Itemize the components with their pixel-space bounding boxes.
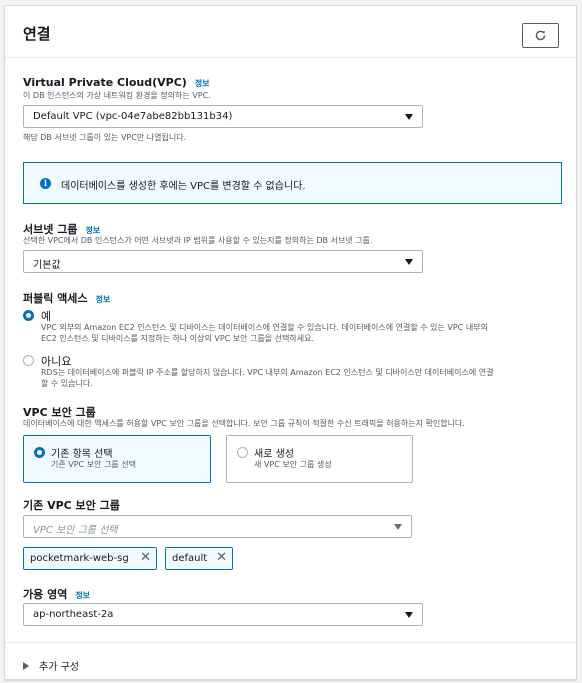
- az-info-link[interactable]: 정보: [75, 591, 90, 600]
- caret-down-icon: [405, 114, 413, 120]
- subnet-info-link[interactable]: 정보: [85, 226, 100, 235]
- connectivity-panel: 연결 Virtual Private Cloud(VPC) 정보 이 DB 인스턴…: [4, 5, 577, 680]
- existing-sg-select[interactable]: VPC 보안 그룹 선택: [23, 515, 412, 538]
- panel-header: 연결: [5, 6, 576, 58]
- subnet-select[interactable]: 기본값: [23, 250, 423, 273]
- sg-token: default ✕: [165, 547, 233, 570]
- public-access-yes-radio[interactable]: [23, 310, 34, 321]
- az-label: 가용 영역 정보: [23, 588, 91, 601]
- caret-down-icon: [394, 524, 402, 530]
- additional-config-section: 추가 구성: [5, 642, 576, 681]
- create-new-title: 새로 생성: [254, 449, 294, 460]
- az-select-value: ap-northeast-2a: [33, 609, 114, 620]
- vpc-hint: 해당 DB 서브넷 그룹이 있는 VPC만 나열됩니다.: [23, 133, 187, 142]
- vpc-description: 이 DB 인스턴스의 가상 네트워킹 환경을 정의하는 VPC.: [23, 91, 211, 100]
- caret-down-icon: [405, 259, 413, 265]
- vpc-info-alert: i 데이터베이스를 생성한 후에는 VPC를 변경할 수 없습니다.: [23, 162, 562, 204]
- remove-token-icon[interactable]: ✕: [216, 551, 227, 565]
- choose-existing-desc: 기존 VPC 보안 그룹 선택: [51, 460, 136, 469]
- public-access-yes-description: VPC 외부의 Amazon EC2 인스턴스 및 디바이스는 데이터베이스에 …: [41, 323, 488, 343]
- caret-down-icon: [405, 612, 413, 618]
- sg-token-label: pocketmark-web-sg: [30, 553, 129, 564]
- existing-sg-label: 기존 VPC 보안 그룹: [23, 499, 120, 512]
- additional-config-toggle[interactable]: 추가 구성: [23, 658, 79, 673]
- vpc-info-link[interactable]: 정보: [195, 79, 210, 88]
- refresh-icon: [535, 30, 546, 41]
- additional-config-label: 추가 구성: [39, 662, 79, 673]
- existing-sg-placeholder: VPC 보안 그룹 선택: [33, 525, 118, 536]
- create-new-radio[interactable]: [237, 447, 248, 458]
- choose-existing-tile[interactable]: 기존 항목 선택 기존 VPC 보안 그룹 선택: [23, 435, 211, 483]
- create-new-desc: 새 VPC 보안 그룹 생성: [254, 460, 332, 469]
- sg-token-label: default: [172, 553, 208, 564]
- section-title: 연결: [23, 25, 51, 43]
- create-new-tile[interactable]: 새로 생성 새 VPC 보안 그룹 생성: [226, 435, 413, 483]
- public-access-no-radio[interactable]: [23, 355, 34, 366]
- public-access-info-link[interactable]: 정보: [96, 295, 111, 304]
- info-icon: i: [40, 178, 51, 189]
- security-group-description: 데이터베이스에 대한 액세스를 허용할 VPC 보안 그룹을 선택합니다. 보안…: [23, 419, 465, 428]
- choose-existing-title: 기존 항목 선택: [51, 449, 113, 460]
- choose-existing-radio[interactable]: [34, 447, 45, 458]
- subnet-description: 선택한 VPC에서 DB 인스턴스가 어떤 서브넷과 IP 범위를 사용할 수 …: [23, 236, 373, 245]
- public-access-no-description: RDS는 데이터베이스에 퍼블릭 IP 주소를 할당하지 않습니다. VPC 내…: [41, 368, 494, 388]
- caret-right-icon: [23, 662, 29, 670]
- vpc-select[interactable]: Default VPC (vpc-04e7abe82bb131b34): [23, 105, 423, 128]
- sg-token: pocketmark-web-sg ✕: [23, 547, 157, 570]
- refresh-button[interactable]: [522, 23, 559, 48]
- remove-token-icon[interactable]: ✕: [140, 551, 151, 565]
- az-select[interactable]: ap-northeast-2a: [23, 603, 423, 626]
- vpc-label: Virtual Private Cloud(VPC) 정보: [23, 76, 210, 89]
- vpc-select-value: Default VPC (vpc-04e7abe82bb131b34): [33, 111, 233, 122]
- public-access-label: 퍼블릭 액세스 정보: [23, 292, 111, 305]
- subnet-select-value: 기본값: [33, 260, 61, 271]
- alert-text: 데이터베이스를 생성한 후에는 VPC를 변경할 수 없습니다.: [61, 181, 306, 192]
